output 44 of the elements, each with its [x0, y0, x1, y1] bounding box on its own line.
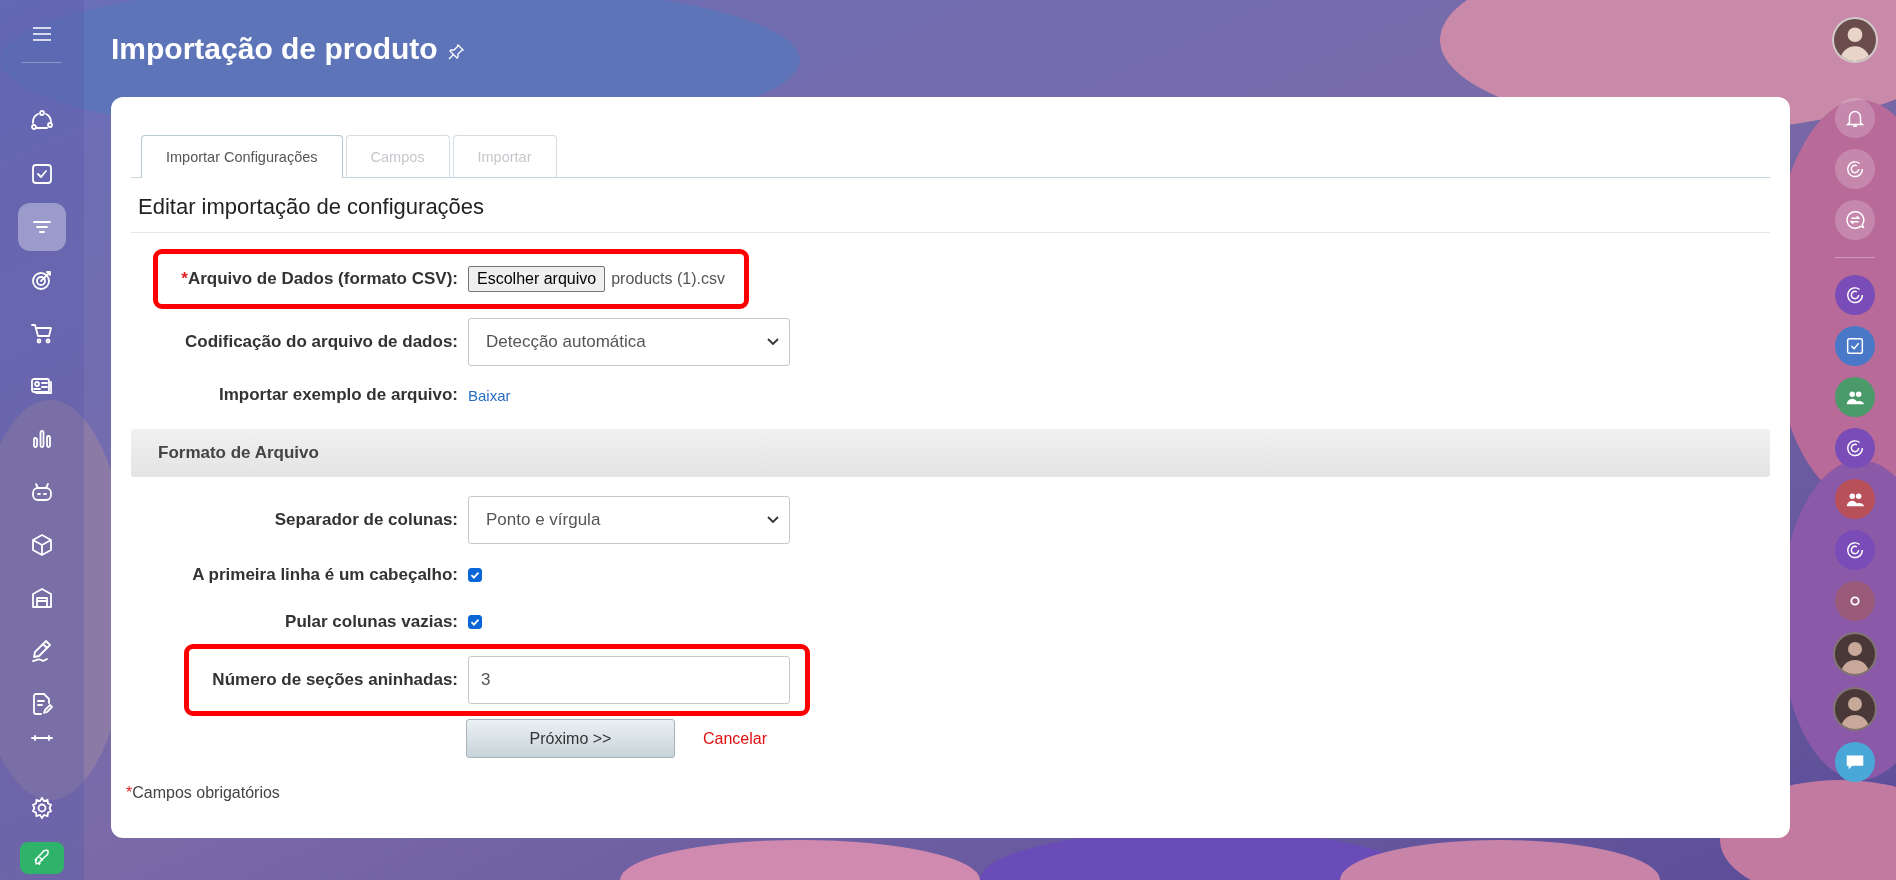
warehouse-icon — [30, 586, 54, 610]
menu-icon[interactable] — [32, 26, 52, 42]
caret-icon — [767, 338, 779, 346]
flow-icon — [30, 109, 54, 133]
section-heading: Editar importação de configurações — [131, 178, 1770, 233]
settings-icon[interactable] — [30, 796, 54, 820]
next-button[interactable]: Próximo >> — [466, 719, 675, 758]
checkbox-icon — [30, 162, 54, 186]
rocket-icon — [32, 848, 52, 868]
page-title: Importação de produto — [111, 31, 438, 66]
select-field[interactable]: Detecção automática — [468, 318, 790, 366]
bar-chart-icon — [30, 427, 54, 451]
download-link[interactable]: Baixar — [468, 386, 511, 404]
field-label: Pular colunas vazias: — [285, 611, 458, 632]
document-edit-icon — [30, 692, 54, 716]
field-label: Separador de colunas: — [274, 510, 458, 530]
cancel-link[interactable]: Cancelar — [703, 729, 768, 748]
field-label: Codificação do arquivo de dados: — [185, 332, 458, 352]
checkbox[interactable] — [468, 567, 482, 582]
box-icon — [30, 533, 54, 557]
section-title: Formato de Arquivo — [158, 443, 319, 463]
input-field[interactable]: 3 — [468, 656, 790, 704]
select-field[interactable]: Ponto e vírgula — [468, 496, 790, 544]
choose-file-button[interactable]: Escolher arquivo — [468, 266, 606, 292]
robot-icon — [30, 480, 54, 504]
field-label: A primeira linha é um cabeçalho: — [192, 564, 458, 585]
rocket-button[interactable] — [20, 842, 64, 874]
pencil-icon — [30, 639, 54, 663]
tab[interactable]: Importar Configurações — [141, 135, 343, 178]
sidebar-item[interactable] — [18, 203, 66, 251]
field-label: Número de seções aninhadas: — [212, 670, 458, 690]
pin-icon[interactable] — [447, 43, 464, 60]
field-label: Importar exemplo de arquivo: — [219, 385, 458, 405]
required-note: *Campos obrigatórios — [126, 784, 281, 802]
cart-icon — [30, 321, 54, 345]
field-label: *Arquivo de Dados (formato CSV): — [181, 269, 458, 289]
target-icon — [30, 268, 54, 292]
checkbox[interactable] — [468, 614, 482, 629]
bell-icon[interactable] — [1835, 98, 1875, 138]
ruler-icon — [31, 735, 53, 741]
chat-swap-icon[interactable] — [1835, 200, 1875, 240]
spiral-icon[interactable] — [1835, 149, 1875, 189]
caret-icon — [767, 516, 779, 524]
file-name: products (1).csv — [611, 270, 725, 288]
